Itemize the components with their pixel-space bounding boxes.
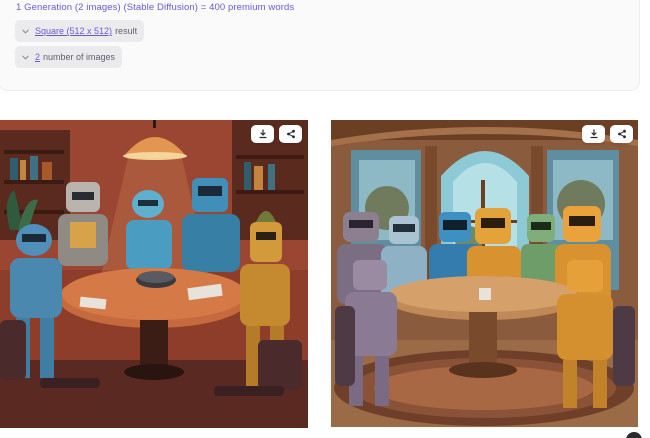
image-count-link[interactable]: 2 [35,52,40,62]
generation-cost-summary: 1 Generation (2 images) (Stable Diffusio… [16,2,295,13]
chevron-down-icon [22,55,29,60]
robot-meeting-illustration [0,120,308,428]
download-button[interactable] [582,125,605,143]
generated-image-1[interactable] [0,120,308,428]
image-size-dropdown[interactable]: Square (512 x 512) result [15,20,145,42]
download-button[interactable] [251,125,274,143]
share-button[interactable] [610,125,633,143]
generation-settings-card: 1 Generation (2 images) (Stable Diffusio… [0,0,640,91]
download-icon [258,129,267,139]
page: 1 Generation (2 images) (Stable Diffusio… [0,0,650,438]
chevron-down-icon [22,29,29,34]
generated-image-2[interactable] [331,120,638,427]
robot-meeting-illustration [331,120,638,427]
share-icon [286,129,295,139]
share-button[interactable] [279,125,302,143]
image-count-dropdown[interactable]: 2 number of images [15,46,123,68]
download-icon [589,129,598,139]
image-count-suffix: number of images [43,52,116,62]
share-icon [617,129,626,139]
chat-launcher-button[interactable] [626,432,642,438]
image-size-link[interactable]: Square (512 x 512) [35,26,112,36]
image-size-suffix: result [115,26,138,36]
